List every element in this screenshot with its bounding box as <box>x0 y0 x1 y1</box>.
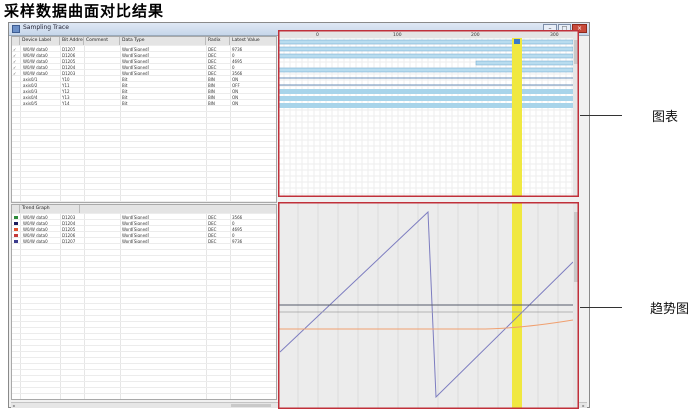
column-device-label[interactable]: Device Label <box>20 37 60 45</box>
page-caption: 采样数据曲面对比结果 <box>4 2 165 20</box>
horizontal-scroll-thumb[interactable] <box>231 404 271 407</box>
column-radix[interactable]: Radix <box>206 37 230 45</box>
window-title: Sampling Trace <box>23 24 69 31</box>
word-value-bar <box>278 53 574 59</box>
trend-graph-header: Trend Graph <box>20 205 80 213</box>
word-value-bar <box>278 39 574 45</box>
trend-annotation-label: 趋势图 <box>650 302 690 317</box>
upper-timeline-chart[interactable]: 0 100 200 300 <box>278 30 579 197</box>
word-value-bar <box>278 46 574 52</box>
lower-trend-grid: Trend Graph W0/W data0 D1203 Word[Signed] D… <box>11 204 277 400</box>
timeline-tick-label: 200 <box>471 32 480 38</box>
app-icon <box>12 25 20 33</box>
chart-pointer-line <box>580 115 622 116</box>
word-value-bar <box>278 67 574 73</box>
word-value-bar <box>475 60 574 66</box>
column-bit-address[interactable]: Bit Address <box>60 37 84 45</box>
color-column-header <box>12 205 20 213</box>
upper-device-grid: Device Label Bit Address Comment Data Ty… <box>11 36 277 203</box>
column-comment[interactable]: Comment <box>84 37 120 45</box>
timeline-tick-label: 100 <box>393 32 402 38</box>
check-column-header[interactable] <box>12 37 20 45</box>
bit-on-bar <box>278 96 573 101</box>
bit-on-bar <box>278 103 573 108</box>
column-data-type[interactable]: Data Type <box>120 37 206 45</box>
bit-on-bar <box>278 89 573 94</box>
cursor-handle <box>514 39 520 44</box>
upper-scroll-thumb <box>574 40 578 64</box>
column-latest-value[interactable]: Latest Value <box>230 37 276 45</box>
lower-scroll-thumb <box>574 212 578 282</box>
chart-annotation-label: 图表 <box>652 110 679 125</box>
timeline-tick-label: 0 <box>316 32 319 38</box>
scroll-right-arrow-icon[interactable]: ▸ <box>581 403 586 408</box>
trend-pointer-line <box>580 307 622 308</box>
scroll-left-arrow-icon[interactable]: ◂ <box>11 403 16 408</box>
lower-trend-chart[interactable] <box>278 202 579 409</box>
trace-cursor <box>512 38 522 197</box>
timeline-tick-label: 300 <box>550 32 559 38</box>
